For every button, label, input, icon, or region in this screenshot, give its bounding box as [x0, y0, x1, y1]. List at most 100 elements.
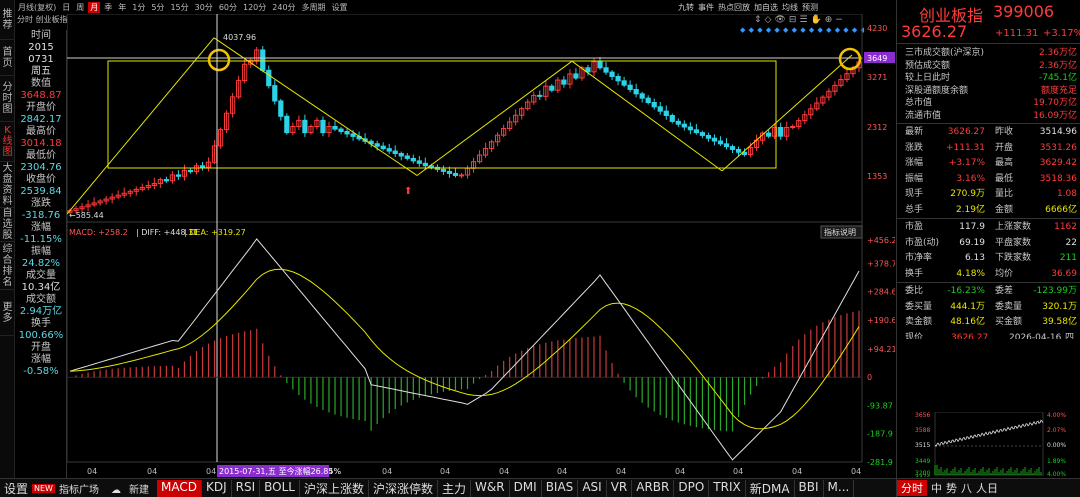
indicator-tab-5[interactable]: 沪深涨停数	[369, 479, 438, 497]
indicator-tab-6[interactable]: 主力	[438, 479, 471, 497]
left-tab-1[interactable]: 首页	[0, 40, 15, 76]
indicator-tab-2[interactable]: RSI	[232, 479, 261, 497]
period-14[interactable]: 设置	[330, 2, 350, 13]
macd-tick-5: 0	[867, 373, 872, 382]
quote-tab-1[interactable]: 中	[931, 480, 942, 496]
tool-5[interactable]: 预测	[802, 2, 818, 13]
left-tab-3[interactable]: K线图	[0, 122, 15, 162]
quote-row: 振幅 3.16% 最低 3518.36	[897, 172, 1080, 186]
new-indicator-button[interactable]: ☁ 新建	[103, 481, 157, 496]
indicator-tab-17[interactable]: M...	[824, 479, 855, 497]
intraday-mini-chart[interactable]: 3656358835153449337432004.00%2.07%0.00%1…	[897, 412, 1080, 477]
indicator-plaza-button[interactable]: 指标广场	[55, 481, 103, 496]
indicator-tab-14[interactable]: TRIX	[709, 479, 746, 497]
tool-1[interactable]: 事件	[698, 2, 714, 13]
kline-chart[interactable]: 4037.96 ←585.44 ⬆ 4230 3649 3271 2312 1353 MACD:…	[67, 14, 895, 478]
tool-3[interactable]: 加自选	[754, 2, 778, 13]
left-tab-4[interactable]: 大盘资料	[0, 162, 15, 208]
left-tab-5[interactable]: 自选股	[0, 208, 15, 242]
indicator-tab-15[interactable]: 新DMA	[746, 479, 795, 497]
chart-tools: 九转 事件 热点回放 加自选 均线 预测	[678, 0, 818, 14]
candle-body	[597, 61, 603, 69]
period-11[interactable]: 120分	[241, 2, 268, 13]
quote-value: 3514.96	[1039, 127, 1077, 137]
candle-body	[266, 69, 272, 87]
candle-body	[374, 143, 380, 147]
indicator-tab-8[interactable]: DMI	[510, 479, 542, 497]
candle-body	[615, 75, 621, 82]
indicator-tab-0[interactable]: MACD	[156, 479, 202, 497]
quote-tab-2[interactable]: 势	[946, 480, 957, 496]
indicator-tab-10[interactable]: ASI	[578, 479, 607, 497]
tool-2[interactable]: 热点回放	[718, 2, 750, 13]
period-10[interactable]: 60分	[217, 2, 239, 13]
period-5[interactable]: 年	[116, 2, 128, 13]
period-4[interactable]: 季	[102, 2, 114, 13]
indicator-tab-4[interactable]: 沪深上涨数	[300, 479, 369, 497]
left-tab-0[interactable]: 推荐	[0, 0, 15, 40]
left-tab-6[interactable]: 综合排名	[0, 242, 15, 290]
quote-value: 36.69	[1051, 268, 1077, 279]
macd-tick-0: +456.2	[867, 236, 895, 245]
quote-header: 创业板指 399006 3626.27 +111.31 +3.17%	[897, 0, 1080, 44]
info-label-1: 数值	[31, 78, 51, 89]
info-value-2: 2842.17	[20, 114, 62, 125]
period-3[interactable]: 月	[88, 1, 101, 13]
candle-body	[766, 132, 772, 137]
indicator-tab-11[interactable]: VR	[607, 479, 633, 497]
candle-body	[284, 115, 290, 134]
period-12[interactable]: 240分	[270, 2, 297, 13]
left-tab-2[interactable]: 分时图	[0, 76, 15, 122]
x-tick-11: 04	[733, 467, 743, 476]
price-tick-2: 3271	[867, 73, 887, 82]
tool-0[interactable]: 九转	[678, 2, 694, 13]
period-0[interactable]: 月线(复权)	[16, 2, 58, 13]
indicator-tab-1[interactable]: KDJ	[202, 479, 232, 497]
indicator-tab-16[interactable]: BBI	[795, 479, 824, 497]
macd-tick-8: -281.9	[867, 458, 893, 467]
indicator-tab-3[interactable]: BOLL	[260, 479, 300, 497]
candle-body	[386, 148, 392, 152]
indicator-tab-12[interactable]: ARBR	[632, 479, 675, 497]
indicator-tab-13[interactable]: DPO	[674, 479, 710, 497]
period-7[interactable]: 5分	[149, 2, 166, 13]
mini-tick-left-1: 3588	[915, 427, 930, 434]
info-value-11: 100.66%	[18, 330, 64, 341]
index-code: 399006	[993, 2, 1055, 21]
tool-4[interactable]: 均线	[782, 2, 798, 13]
period-1[interactable]: 日	[60, 2, 72, 13]
quote-row: 最新 3626.27 昨收 3514.96	[897, 125, 1080, 139]
indicator-tab-7[interactable]: W&R	[471, 479, 510, 497]
hover-date-label: 2015-07-31,五 至今涨幅26.85%	[219, 466, 341, 476]
candle-body	[344, 130, 350, 135]
settings-button[interactable]: 设置	[0, 480, 32, 497]
indicator-tab-9[interactable]: BIAS	[542, 479, 579, 497]
left-tab-7[interactable]: 更多	[0, 290, 15, 336]
candle-body	[404, 155, 410, 159]
period-8[interactable]: 15分	[168, 2, 190, 13]
price-tick-0: 4230	[867, 24, 887, 33]
current-circle	[838, 47, 862, 71]
macd-tick-3: +190.6	[867, 316, 895, 325]
candle-body	[693, 129, 699, 134]
candle-body	[410, 157, 416, 162]
quote-tab-0[interactable]: 分时	[897, 480, 927, 496]
candle-body	[332, 125, 338, 130]
quote-value: 4.18%	[956, 268, 985, 279]
index-pct: +3.17%	[1043, 28, 1080, 39]
quote-label: 委差	[995, 286, 1014, 296]
quote-label: 最新	[905, 127, 924, 137]
quote-tab-3[interactable]: 八	[961, 480, 972, 496]
dea-value: | DEA: +319.27	[184, 228, 246, 237]
quote-row: 现手 270.9万 量比 1.08	[897, 187, 1080, 201]
mini-tick-right-1: 2.07%	[1047, 427, 1066, 434]
x-tick-13: 04	[851, 467, 861, 476]
period-6[interactable]: 1分	[130, 2, 147, 13]
period-13[interactable]: 多周期	[300, 2, 328, 13]
quote-tab-4[interactable]: 人日	[976, 480, 998, 496]
quote-label: 涨幅	[905, 158, 924, 168]
period-9[interactable]: 30分	[193, 2, 215, 13]
period-2[interactable]: 周	[74, 2, 86, 13]
trend-line-up-2	[416, 60, 573, 176]
candle-body	[392, 150, 398, 155]
